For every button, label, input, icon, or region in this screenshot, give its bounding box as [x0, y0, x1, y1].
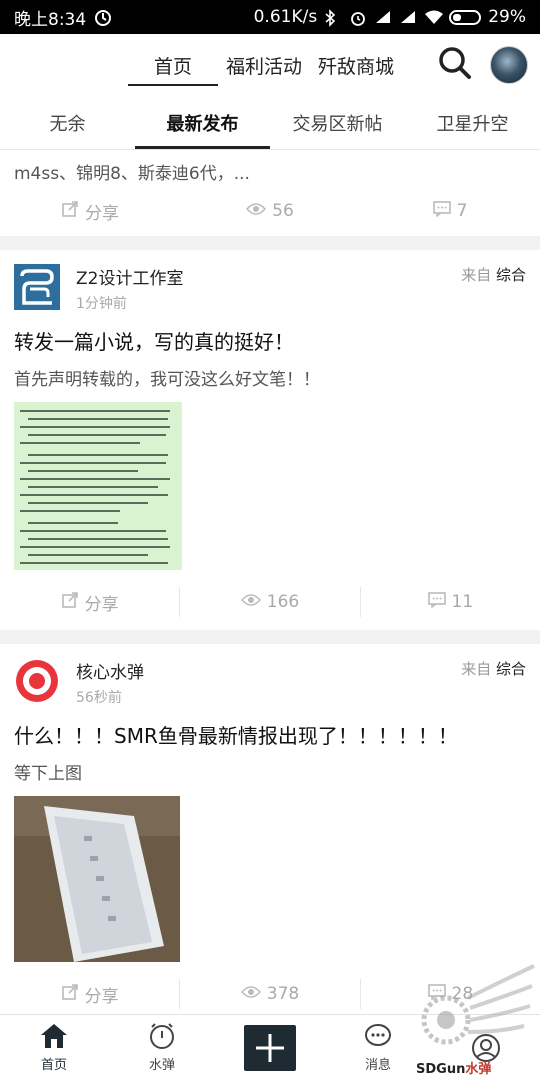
post-source: 来自 综合 — [461, 266, 526, 284]
category-tab-satellite[interactable]: 卫星升空 — [405, 96, 540, 149]
post-actions: 分享 166 11 — [0, 574, 540, 630]
post-actions: 分享 378 28 — [0, 966, 540, 1014]
comment-icon — [427, 591, 446, 613]
status-bar: 晚上8:34 0.61K/s 29% — [0, 0, 540, 34]
post-author[interactable]: 核心水弹 — [76, 658, 144, 683]
post-author[interactable]: Z2设计工作室 — [76, 264, 183, 289]
post-source-link[interactable]: 综合 — [496, 266, 526, 284]
target-logo[interactable] — [14, 658, 60, 704]
home-icon — [39, 1022, 69, 1050]
post-subtitle: 等下上图 — [14, 764, 82, 784]
top-tab-welfare[interactable]: 福利活动 — [218, 34, 310, 96]
share-icon — [61, 983, 79, 1006]
post-time: 56秒前 — [76, 690, 122, 706]
eye-icon — [240, 592, 261, 612]
share-button[interactable]: 分享 — [0, 979, 179, 1009]
views-count: 378 — [179, 979, 361, 1009]
top-tab-shop[interactable]: 歼敌商城 — [310, 34, 402, 96]
views-count: 56 — [180, 196, 360, 226]
post-snippet: m4ss、锦明8、斯泰迪6代，... — [14, 163, 250, 184]
post-image[interactable] — [14, 402, 526, 574]
battery-level: 29% — [488, 7, 526, 27]
comment-icon — [427, 983, 446, 1005]
feed: m4ss、锦明8、斯泰迪6代，... 分享 56 7 Z2设计工作室 1分钟前 … — [0, 150, 540, 1014]
post-image[interactable] — [14, 796, 526, 966]
wifi-icon — [424, 9, 444, 25]
post-header: 核心水弹 56秒前 来自 综合 — [0, 644, 540, 712]
post-source: 来自 综合 — [461, 660, 526, 678]
category-tab-wuyu[interactable]: 无余 — [0, 96, 135, 149]
bluetooth-icon — [324, 9, 342, 27]
category-tab-latest[interactable]: 最新发布 — [135, 96, 270, 149]
share-icon — [61, 591, 79, 614]
search-icon[interactable] — [438, 46, 472, 84]
category-tab-trade[interactable]: 交易区新帖 — [270, 96, 405, 149]
bottom-nav-home[interactable]: 首页 — [0, 1022, 108, 1073]
post-title[interactable]: 转发一篇小说，写的真的挺好！ — [0, 318, 540, 355]
plus-icon — [244, 1024, 296, 1071]
comments-button[interactable]: 7 — [360, 196, 540, 226]
status-time: 晚上8:34 — [14, 9, 87, 30]
z2-studio-logo[interactable] — [14, 264, 60, 310]
post-card-partial[interactable]: m4ss、锦明8、斯泰迪6代，... 分享 56 7 — [0, 150, 540, 236]
category-tabs: 无余 最新发布 交易区新帖 卫星升空 — [0, 96, 540, 150]
bottom-nav-create[interactable] — [216, 1024, 324, 1071]
post-time: 1分钟前 — [76, 296, 127, 312]
avatar[interactable] — [490, 46, 528, 84]
signal-icon — [374, 9, 392, 25]
top-tab-home[interactable]: 首页 — [128, 34, 219, 96]
share-button[interactable]: 分享 — [0, 587, 179, 617]
eye-icon — [240, 984, 261, 1004]
battery-icon — [449, 9, 482, 25]
post-card[interactable]: Z2设计工作室 1分钟前 来自 综合 转发一篇小说，写的真的挺好！ 首先声明转载… — [0, 250, 540, 630]
message-icon — [363, 1022, 393, 1050]
watermark-text: SDGun水弹 — [416, 1062, 492, 1077]
sync-icon — [94, 9, 112, 26]
comment-icon — [432, 200, 451, 222]
post-source-link[interactable]: 综合 — [496, 660, 526, 678]
post-card[interactable]: 核心水弹 56秒前 来自 综合 什么！！！SMR鱼骨最新情报出现了！！！！！！ … — [0, 644, 540, 1014]
bottom-nav-shuidan[interactable]: 水弹 — [108, 1022, 216, 1073]
post-actions: 分享 56 7 — [0, 186, 540, 236]
comments-button[interactable]: 28 — [361, 979, 540, 1009]
views-count: 166 — [179, 587, 361, 617]
post-subtitle: 首先声明转载的，我可没这么好文笔！！ — [14, 370, 320, 390]
signal-icon-2 — [399, 9, 417, 25]
share-button[interactable]: 分享 — [0, 196, 180, 226]
share-icon — [61, 200, 79, 223]
post-title[interactable]: 什么！！！SMR鱼骨最新情报出现了！！！！！！ — [0, 712, 540, 749]
network-speed: 0.61K/s — [253, 7, 318, 27]
eye-icon — [246, 201, 267, 221]
post-header: Z2设计工作室 1分钟前 来自 综合 — [0, 250, 540, 318]
comments-button[interactable]: 11 — [361, 587, 540, 617]
timer-icon — [148, 1022, 176, 1050]
top-nav: 首页 福利活动 歼敌商城 — [0, 34, 540, 96]
alarm-icon — [349, 9, 367, 26]
